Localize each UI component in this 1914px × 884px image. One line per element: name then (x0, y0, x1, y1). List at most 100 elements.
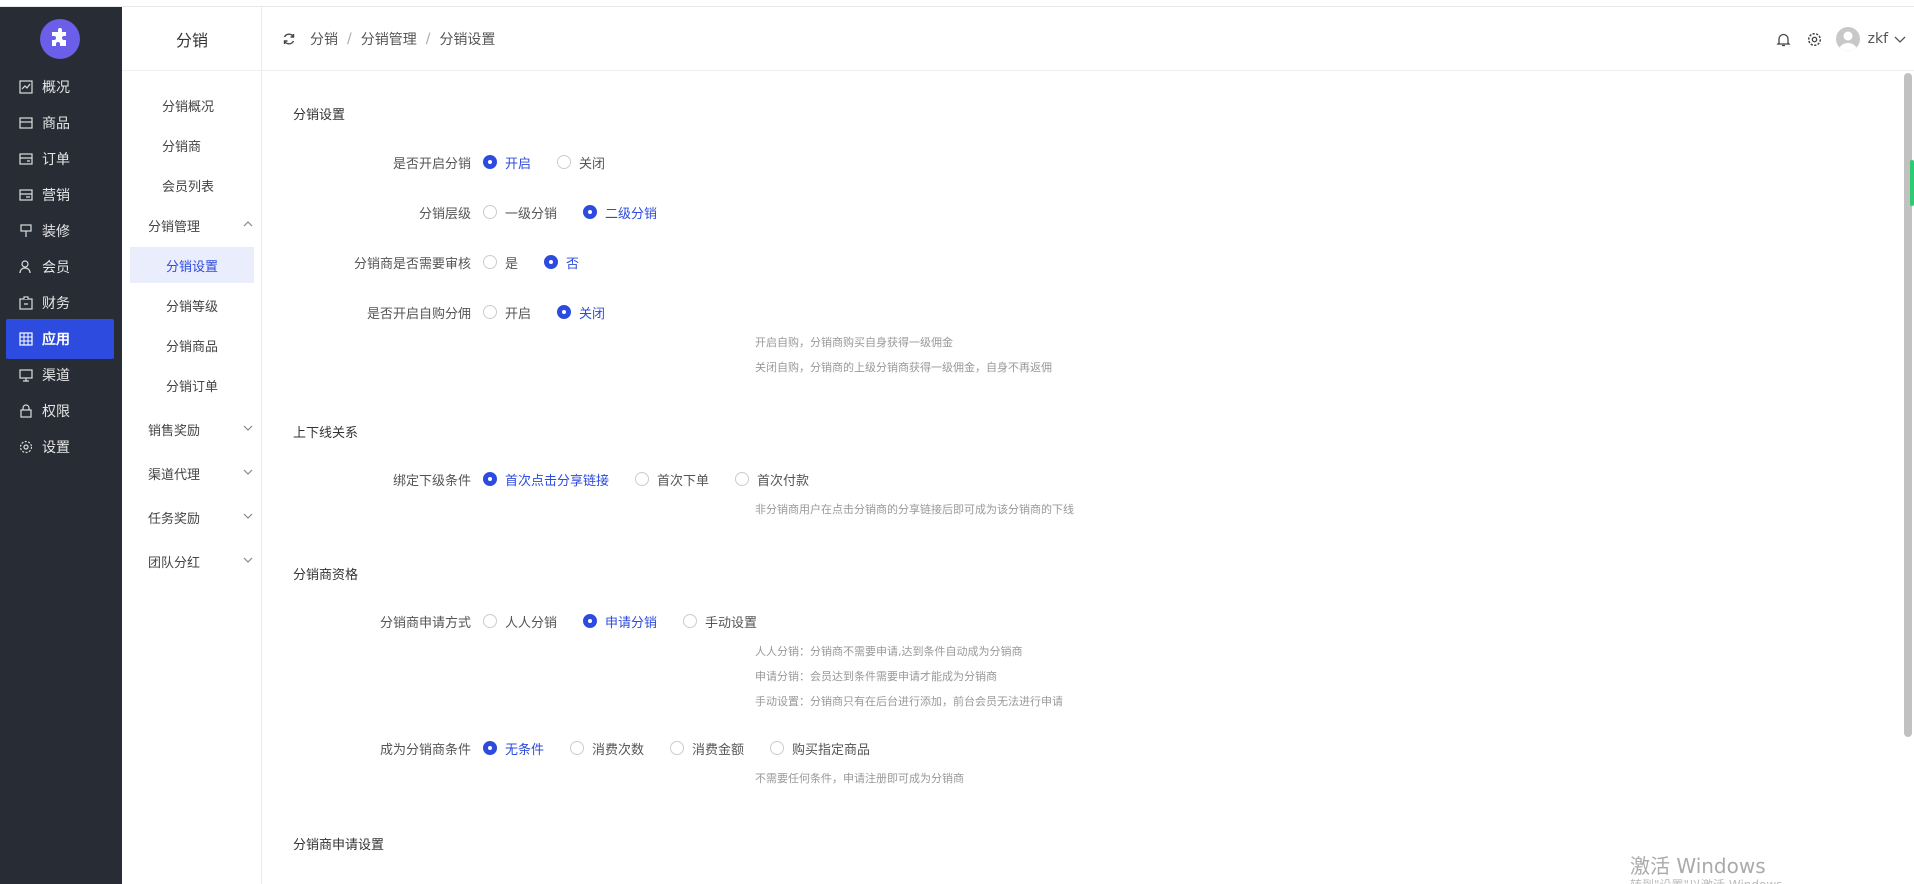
hint-text: 开启自购，分销商购买自身获得一级佣金 (755, 336, 953, 349)
app-logo[interactable] (40, 19, 80, 59)
sidebar-item-label: 会员 (42, 260, 70, 276)
windows-activation-subtext: 转到"设置"以激活 Windows。 (1630, 876, 1794, 884)
breadcrumb-item[interactable]: 分销管理 (361, 29, 417, 49)
radio-enable-on[interactable]: 开启 (483, 153, 531, 172)
sidebar-item-settings[interactable]: 设置 (6, 427, 114, 467)
hint-text: 不需要任何条件，申请注册即可成为分销商 (755, 772, 964, 785)
radio-audit-no[interactable]: 否 (544, 253, 579, 272)
sidebar-item-overview[interactable]: 概况 (6, 67, 114, 107)
field-enable-distribution: 是否开启分销 开启 关闭 (293, 151, 631, 173)
radio-selfbuy-on[interactable]: 开启 (483, 303, 531, 322)
username[interactable]: zkf (1868, 31, 1888, 47)
header-actions: zkf (1776, 7, 1906, 71)
apps-icon (18, 331, 34, 347)
submenu-group-label: 团队分红 (148, 555, 201, 571)
chart-icon (18, 79, 34, 95)
sidebar-item-label: 营销 (42, 188, 70, 204)
submenu-title: 分销 (122, 7, 262, 71)
radio-bind-share-link[interactable]: 首次点击分享链接 (483, 470, 609, 489)
avatar[interactable] (1835, 27, 1860, 51)
section-title: 上下线关系 (293, 426, 359, 441)
refresh-icon[interactable] (282, 32, 296, 46)
radio-cond-count[interactable]: 消费次数 (570, 739, 644, 758)
section-title: 分销商资格 (293, 568, 359, 583)
chevron-down-icon[interactable] (1894, 33, 1906, 45)
radio-apply-manual[interactable]: 手动设置 (683, 612, 757, 631)
sidebar-item-label: 概况 (42, 80, 70, 96)
sidebar-item-label: 权限 (42, 404, 70, 420)
secondary-menu: 分销 分销概况 分销商 会员列表 分销管理 分销设置 分销等级 分销商品 分销订… (122, 7, 262, 884)
gear-icon (18, 439, 34, 455)
radio-cond-none[interactable]: 无条件 (483, 739, 544, 758)
field-distribution-level: 分销层级 一级分销 二级分销 (293, 201, 683, 223)
section-title: 分销设置 (293, 108, 346, 123)
sidebar-item-orders[interactable]: 订单 (6, 139, 114, 179)
sidebar-item-channel[interactable]: 渠道 (6, 355, 114, 395)
radio-cond-amount[interactable]: 消费金额 (670, 739, 744, 758)
submenu-item-members[interactable]: 会员列表 (162, 167, 262, 203)
field-label: 绑定下级条件 (392, 473, 471, 489)
sidebar-item-label: 应用 (42, 332, 70, 348)
sidebar-item-goods[interactable]: 商品 (6, 103, 114, 143)
submenu-group-team-bonus[interactable]: 团队分红 (148, 543, 253, 579)
decorate-icon (18, 223, 34, 239)
marketing-icon (18, 187, 34, 203)
main-sidebar: 概况 商品 订单 营销 装修 会员 财务 应用 渠道 权限 设置 (0, 7, 122, 884)
channel-icon (18, 367, 34, 383)
radio-apply-request[interactable]: 申请分销 (583, 612, 657, 631)
radio-audit-yes[interactable]: 是 (483, 253, 518, 272)
breadcrumb-separator: / (425, 31, 431, 47)
bell-icon[interactable] (1776, 32, 1791, 47)
breadcrumb-item[interactable]: 分销 (310, 29, 338, 49)
sidebar-item-marketing[interactable]: 营销 (6, 175, 114, 215)
submenu-group-task-reward[interactable]: 任务奖励 (148, 499, 253, 535)
field-audit: 分销商是否需要审核 是 否 (293, 251, 605, 273)
scroll-indicator (1910, 160, 1914, 206)
chevron-up-icon (243, 218, 253, 233)
settings-icon[interactable] (1807, 32, 1822, 47)
hint-text: 人人分销：分销商不需要申请,达到条件自动成为分销商 (755, 645, 1023, 658)
radio-cond-goods[interactable]: 购买指定商品 (770, 739, 870, 758)
sidebar-item-apps[interactable]: 应用 (6, 319, 114, 359)
radio-level-one[interactable]: 一级分销 (483, 203, 557, 222)
top-border (0, 0, 1914, 7)
submenu-group-channel-agent[interactable]: 渠道代理 (148, 455, 253, 491)
radio-bind-first-order[interactable]: 首次下单 (635, 470, 709, 489)
field-become-condition: 成为分销商条件 无条件 消费次数 消费金额 购买指定商品 (293, 737, 896, 759)
submenu-item-overview[interactable]: 分销概况 (162, 87, 262, 123)
submenu-group-manage[interactable]: 分销管理 (148, 207, 253, 243)
sidebar-item-finance[interactable]: 财务 (6, 283, 114, 323)
breadcrumb-separator: / (347, 31, 352, 47)
breadcrumb: 分销 / 分销管理 / 分销设置 (282, 7, 495, 71)
sidebar-item-label: 订单 (42, 152, 70, 168)
radio-level-two[interactable]: 二级分销 (583, 203, 657, 222)
field-label: 是否开启分销 (392, 156, 471, 172)
field-label: 分销商申请方式 (379, 615, 471, 631)
sidebar-item-permission[interactable]: 权限 (6, 391, 114, 431)
field-bind-condition: 绑定下级条件 首次点击分享链接 首次下单 首次付款 (293, 468, 835, 490)
submenu-group-label: 渠道代理 (148, 467, 201, 483)
sidebar-item-label: 商品 (42, 116, 70, 132)
puzzle-icon (52, 28, 66, 46)
hint-text: 手动设置：分销商只有在后台进行添加，前台会员无法进行申请 (755, 695, 1063, 708)
submenu-group-label: 分销管理 (148, 219, 201, 235)
sidebar-item-label: 装修 (42, 224, 70, 240)
submenu-item-goods[interactable]: 分销商品 (130, 327, 254, 363)
member-icon (18, 259, 34, 275)
submenu-group-sales-reward[interactable]: 销售奖励 (148, 411, 253, 447)
submenu-item-distributors[interactable]: 分销商 (162, 127, 262, 163)
submenu-item-levels[interactable]: 分销等级 (130, 287, 254, 323)
radio-enable-off[interactable]: 关闭 (557, 153, 605, 172)
submenu-item-orders[interactable]: 分销订单 (130, 367, 254, 403)
radio-selfbuy-off[interactable]: 关闭 (557, 303, 605, 322)
breadcrumb-item-current: 分销设置 (439, 32, 496, 48)
submenu-item-settings[interactable]: 分销设置 (130, 247, 254, 283)
sidebar-item-member[interactable]: 会员 (6, 247, 114, 287)
hint-text: 关闭自购，分销商的上级分销商获得一级佣金，自身不再返佣 (755, 361, 1052, 374)
sidebar-item-decorate[interactable]: 装修 (6, 211, 114, 251)
radio-apply-everyone[interactable]: 人人分销 (483, 612, 557, 631)
field-label: 分销层级 (418, 206, 471, 222)
radio-bind-first-pay[interactable]: 首次付款 (735, 470, 809, 489)
field-label: 是否开启自购分佣 (366, 306, 471, 322)
lock-icon (18, 403, 34, 419)
